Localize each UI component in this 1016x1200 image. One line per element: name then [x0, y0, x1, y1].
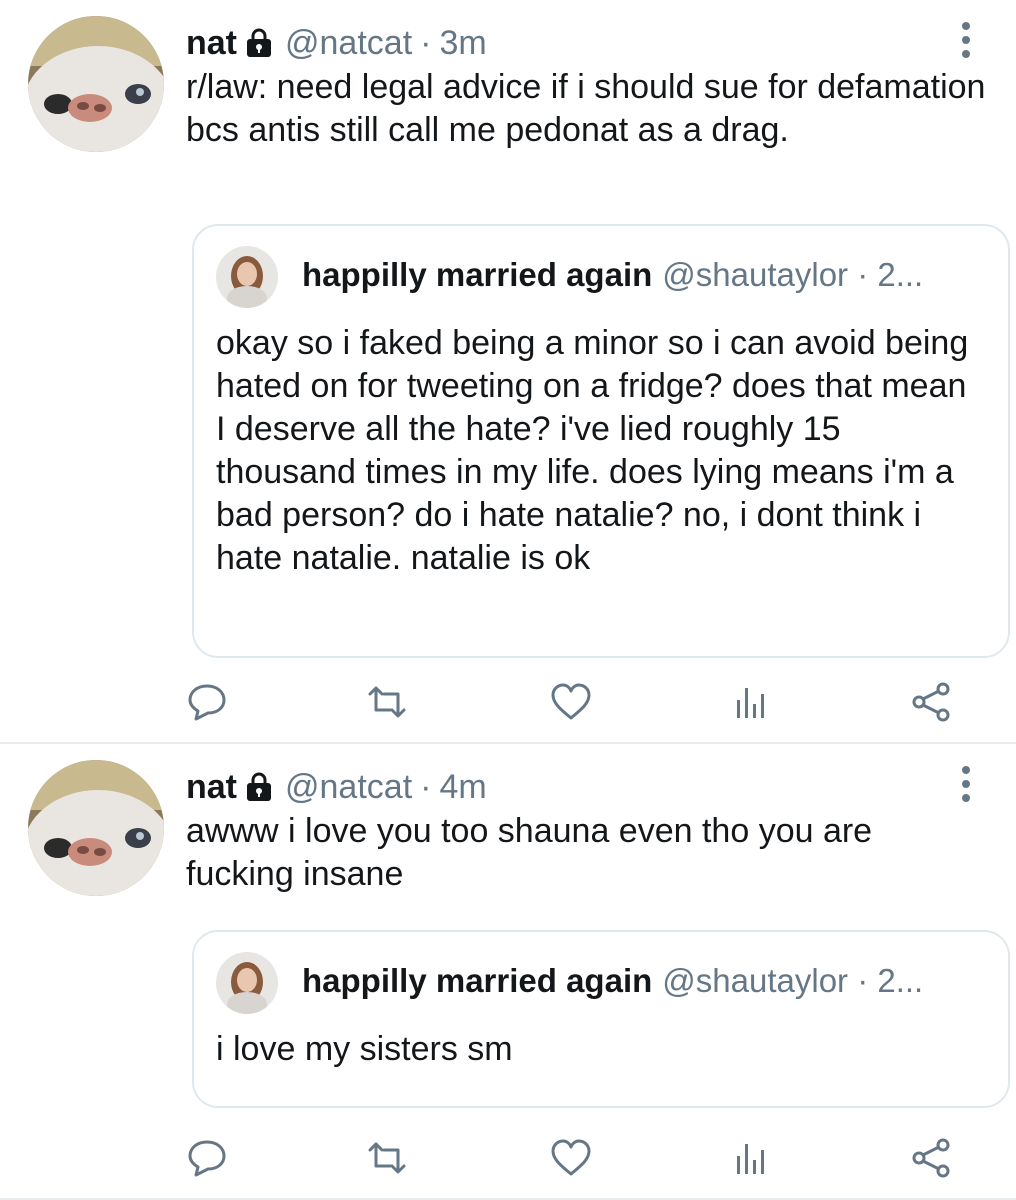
separator: ·: [420, 23, 432, 62]
tweet[interactable]: nat @natcat · 3m r/law: need legal advic…: [0, 0, 1016, 744]
tweet[interactable]: nat @natcat · 4m awww i love you too sha…: [0, 744, 1016, 1200]
quoted-tweet[interactable]: happilly married again @shautaylor · 2..…: [192, 930, 1010, 1108]
heart-icon[interactable]: [550, 1138, 592, 1178]
timestamp[interactable]: 4m: [439, 768, 486, 807]
quoted-tweet[interactable]: happilly married again @shautaylor · 2..…: [192, 224, 1010, 658]
analytics-icon[interactable]: [730, 1138, 772, 1178]
analytics-icon[interactable]: [730, 682, 772, 722]
reply-icon[interactable]: [186, 1138, 228, 1178]
quote-header: happilly married again @shautaylor · 2..…: [302, 962, 923, 1000]
quote-handle[interactable]: @shautaylor · 2...: [662, 256, 923, 294]
tweet-header: nat @natcat · 4m: [186, 764, 487, 810]
separator: ·: [420, 767, 432, 806]
tweet-actions: [186, 1138, 966, 1178]
avatar[interactable]: [28, 16, 164, 152]
quote-header: happilly married again @shautaylor · 2..…: [302, 256, 923, 294]
tweet-header: nat @natcat · 3m: [186, 20, 487, 66]
quote-handle[interactable]: @shautaylor · 2...: [662, 962, 923, 1000]
lock-icon: [245, 772, 273, 802]
tweet-text: awww i love you too shauna even tho you …: [186, 812, 873, 893]
tweet-text: r/law: need legal advice if i should sue…: [186, 68, 986, 149]
more-vertical-icon[interactable]: [956, 764, 976, 804]
display-name[interactable]: nat: [186, 768, 237, 807]
quote-text: i love my sisters sm: [216, 1030, 513, 1068]
retweet-icon[interactable]: [366, 1138, 408, 1178]
display-name[interactable]: nat: [186, 24, 237, 63]
lock-icon: [245, 28, 273, 58]
share-icon[interactable]: [910, 1138, 952, 1178]
tweet-actions: [186, 682, 966, 722]
heart-icon[interactable]: [550, 682, 592, 722]
share-icon[interactable]: [910, 682, 952, 722]
user-handle[interactable]: @natcat: [285, 24, 412, 63]
quote-avatar[interactable]: [216, 952, 278, 1014]
reply-icon[interactable]: [186, 682, 228, 722]
quote-avatar[interactable]: [216, 246, 278, 308]
timestamp[interactable]: 3m: [439, 24, 486, 63]
more-vertical-icon[interactable]: [956, 20, 976, 60]
user-handle[interactable]: @natcat: [285, 768, 412, 807]
quote-display-name[interactable]: happilly married again: [302, 256, 652, 294]
avatar[interactable]: [28, 760, 164, 896]
quote-display-name[interactable]: happilly married again: [302, 962, 652, 1000]
quote-text: okay so i faked being a minor so i can a…: [216, 324, 969, 577]
retweet-icon[interactable]: [366, 682, 408, 722]
